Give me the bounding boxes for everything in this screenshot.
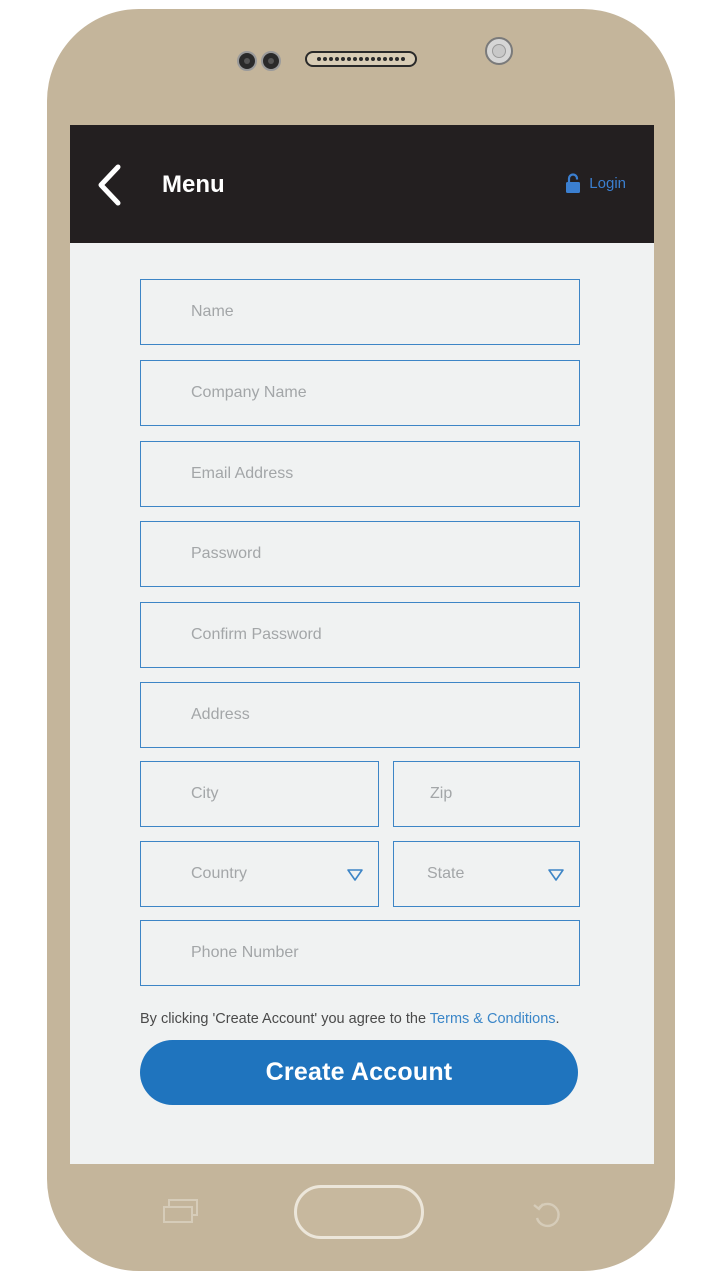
create-account-button[interactable]: Create Account xyxy=(140,1040,578,1105)
triangle-down-icon xyxy=(347,869,363,881)
proximity-sensor-icon xyxy=(485,37,513,65)
address-input[interactable] xyxy=(141,683,579,747)
address-field xyxy=(140,682,580,748)
password-field xyxy=(140,521,580,587)
front-camera-icon xyxy=(261,51,281,71)
home-button[interactable] xyxy=(294,1185,424,1239)
email-field xyxy=(140,441,580,507)
state-select-value: State xyxy=(427,865,465,882)
terms-prefix: By clicking 'Create Account' you agree t… xyxy=(140,1011,430,1027)
back-button[interactable] xyxy=(94,163,128,207)
hardware-back-button[interactable] xyxy=(531,1199,563,1231)
terms-link[interactable]: Terms & Conditions xyxy=(430,1011,556,1027)
phone-field xyxy=(140,920,580,986)
name-input[interactable] xyxy=(141,280,579,344)
state-select[interactable]: State xyxy=(393,841,580,907)
recent-apps-icon xyxy=(163,1199,198,1223)
confirm-password-input[interactable] xyxy=(141,603,579,667)
login-link[interactable]: Login xyxy=(565,173,626,194)
zip-field xyxy=(393,761,580,827)
company-field xyxy=(140,360,580,426)
city-field xyxy=(140,761,379,827)
city-input[interactable] xyxy=(141,762,378,826)
zip-input[interactable] xyxy=(394,762,579,826)
terms-suffix: . xyxy=(555,1011,560,1027)
terms-notice: By clicking 'Create Account' you agree t… xyxy=(140,1011,560,1027)
company-input[interactable] xyxy=(141,361,579,425)
header-bar: Menu Login xyxy=(70,125,654,243)
country-select-value: Country xyxy=(191,865,248,882)
country-select[interactable]: Country xyxy=(140,841,379,907)
name-field xyxy=(140,279,580,345)
password-input[interactable] xyxy=(141,522,579,586)
page-title: Menu xyxy=(162,171,225,198)
login-label: Login xyxy=(589,175,626,192)
front-camera-icon xyxy=(237,51,257,71)
chevron-left-icon xyxy=(98,164,121,206)
email-input[interactable] xyxy=(141,442,579,506)
recent-apps-button[interactable] xyxy=(162,1199,200,1225)
rotate-back-icon xyxy=(533,1202,560,1228)
app-screen: Menu Login Country State xyxy=(70,125,654,1164)
phone-input[interactable] xyxy=(141,921,579,985)
confirm-password-field xyxy=(140,602,580,668)
triangle-down-icon xyxy=(548,869,564,881)
unlock-icon xyxy=(566,173,581,193)
earpiece-speaker-icon xyxy=(305,51,417,67)
